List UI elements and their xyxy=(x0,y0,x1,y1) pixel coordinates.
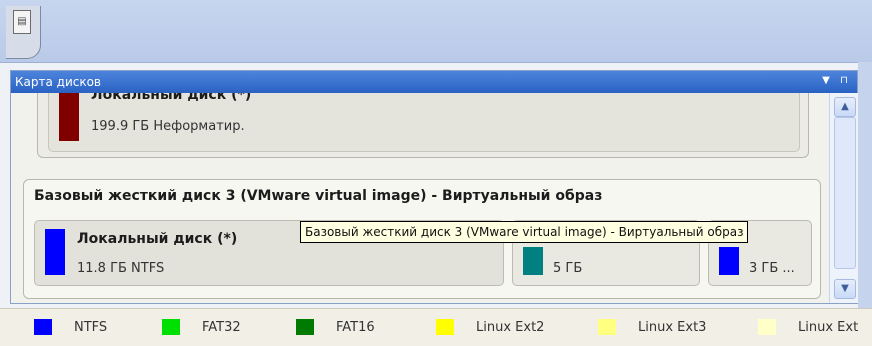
partition-info: 11.8 ГБ NTFS xyxy=(77,261,165,276)
legend-label: NTFS xyxy=(74,320,108,335)
partition-info: 5 ГБ xyxy=(553,261,583,276)
scroll-up-icon[interactable]: ▲ xyxy=(834,97,856,117)
toolbar-strip: ▤ xyxy=(0,0,872,63)
partition-name: Локальный диск (*) xyxy=(77,231,238,247)
legend-swatch xyxy=(436,319,454,335)
legend-label: Linux Ext xyxy=(798,320,859,335)
disk-map-panel: Карта дисков ▼ ⊓ Локальный диск (*) 199.… xyxy=(10,70,858,304)
legend-label: FAT32 xyxy=(202,320,241,335)
partition-name: Локальный диск (*) xyxy=(91,93,252,103)
panel-pin-icon[interactable]: ⊓ xyxy=(837,74,851,88)
partition-block[interactable]: Локальный диск (*) 199.9 ГБ Неформатир. xyxy=(48,93,800,152)
vertical-scrollbar[interactable]: ▲ ▼ xyxy=(829,93,858,303)
side-tab[interactable]: ▤ xyxy=(6,6,41,59)
legend-swatch xyxy=(162,319,180,335)
partition-color-swatch xyxy=(719,247,739,275)
panel-menu-icon[interactable]: ▼ xyxy=(819,74,833,88)
disk-box: Локальный диск (*) 199.9 ГБ Неформатир. xyxy=(37,93,809,158)
legend-label: FAT16 xyxy=(336,320,375,335)
panel-title: Карта дисков xyxy=(15,75,102,89)
right-pane-edge xyxy=(858,62,872,310)
legend-swatch xyxy=(758,319,776,335)
legend-swatch xyxy=(34,319,52,335)
legend-label: Linux Ext2 xyxy=(476,320,545,335)
panel-header: Карта дисков ▼ ⊓ xyxy=(11,71,857,93)
scroll-down-icon[interactable]: ▼ xyxy=(834,279,856,299)
partition-color-swatch xyxy=(523,247,543,275)
legend-swatch xyxy=(296,319,314,335)
partition-color-swatch xyxy=(45,229,65,275)
partition-color-swatch xyxy=(59,93,79,141)
scrollbar-thumb[interactable] xyxy=(834,117,856,269)
disk-tooltip: Базовый жесткий диск 3 (VMware virtual i… xyxy=(300,221,749,243)
legend-label: Linux Ext3 xyxy=(638,320,707,335)
disk-map-content: Локальный диск (*) 199.9 ГБ Неформатир. … xyxy=(11,93,821,303)
document-icon: ▤ xyxy=(13,10,31,34)
partition-info: 199.9 ГБ Неформатир. xyxy=(91,119,245,134)
legend-bar: NTFS FAT32 FAT16 Linux Ext2 Linux Ext3 L… xyxy=(0,308,872,346)
disk-title: Базовый жесткий диск 3 (VMware virtual i… xyxy=(34,188,603,204)
legend-swatch xyxy=(598,319,616,335)
partition-info: 3 ГБ ... xyxy=(749,261,795,276)
